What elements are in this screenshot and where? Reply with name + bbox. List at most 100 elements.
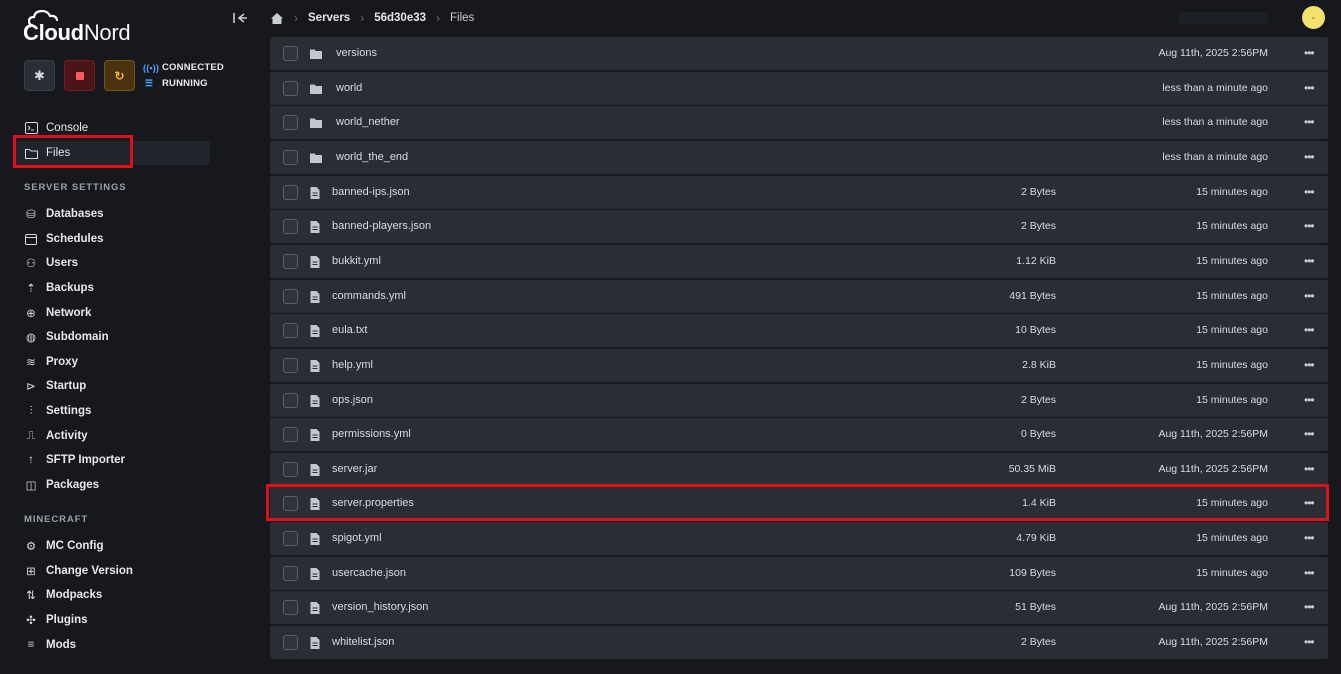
more-horizontal-icon[interactable]: ••• xyxy=(1304,46,1315,60)
file-name[interactable]: versions xyxy=(336,47,377,59)
file-row[interactable]: world_the_end less than a minute ago ••• xyxy=(270,140,1328,174)
restart-server-button[interactable]: ↻ xyxy=(104,60,135,91)
nav-databases[interactable]: ⛁ Databases xyxy=(24,203,103,225)
nav-users[interactable]: ⚇ Users xyxy=(24,252,78,274)
more-horizontal-icon[interactable]: ••• xyxy=(1304,600,1315,614)
file-name[interactable]: permissions.yml xyxy=(332,428,411,440)
row-checkbox[interactable] xyxy=(283,253,298,269)
row-checkbox[interactable] xyxy=(283,392,298,408)
more-horizontal-icon[interactable]: ••• xyxy=(1304,323,1315,337)
row-checkbox[interactable] xyxy=(283,46,298,61)
nav-activity[interactable]: ⎍ Activity xyxy=(24,425,88,447)
breadcrumb-server-id[interactable]: 56d30e33 xyxy=(374,12,426,24)
row-checkbox[interactable] xyxy=(283,635,298,651)
row-checkbox[interactable] xyxy=(283,184,298,200)
nav-backups[interactable]: ⇡ Backups xyxy=(24,277,94,299)
more-horizontal-icon[interactable]: ••• xyxy=(1304,393,1315,407)
nav-settings[interactable]: ⫶ Settings xyxy=(24,400,92,422)
file-name[interactable]: world xyxy=(336,82,362,94)
file-name[interactable]: world_the_end xyxy=(336,151,408,163)
file-row[interactable]: permissions.yml 0 Bytes Aug 11th, 2025 2:5… xyxy=(270,418,1328,452)
row-checkbox[interactable] xyxy=(283,427,298,443)
more-horizontal-icon[interactable]: ••• xyxy=(1304,566,1315,580)
file-row[interactable]: world_nether less than a minute ago ••• xyxy=(270,106,1328,140)
file-row[interactable]: version_history.json 51 Bytes Aug 11th, 20… xyxy=(270,591,1328,625)
file-row[interactable]: commands.yml 491 Bytes 15 minutes ago ••• xyxy=(270,279,1328,313)
more-horizontal-icon[interactable]: ••• xyxy=(1304,635,1315,649)
nav-startup[interactable]: ⊳ Startup xyxy=(24,375,86,397)
folder-icon xyxy=(310,49,322,59)
nav-sftp-importer[interactable]: ↑ SFTP Importer xyxy=(24,449,125,471)
nav-mc-config[interactable]: ⚙ MC Config xyxy=(24,535,104,557)
file-name[interactable]: whitelist.json xyxy=(332,636,394,648)
file-row[interactable]: bukkit.yml 1.12 KiB 15 minutes ago ••• xyxy=(270,244,1328,278)
file-name[interactable]: version_history.json xyxy=(332,601,428,613)
server-settings-button[interactable]: ✱ xyxy=(24,60,55,91)
server-icon: ☰ xyxy=(144,78,154,88)
more-horizontal-icon[interactable]: ••• xyxy=(1304,185,1315,199)
row-checkbox[interactable] xyxy=(283,600,298,616)
file-name[interactable]: spigot.yml xyxy=(332,532,382,544)
row-checkbox[interactable] xyxy=(283,149,298,165)
row-checkbox[interactable] xyxy=(283,531,298,547)
nav-subdomain[interactable]: ◍ Subdomain xyxy=(24,326,109,348)
file-modified-date: 15 minutes ago xyxy=(1196,532,1268,545)
file-row[interactable]: usercache.json 109 Bytes 15 minutes ago ••• xyxy=(270,556,1328,590)
file-name[interactable]: banned-players.json xyxy=(332,220,431,232)
row-checkbox[interactable] xyxy=(283,80,298,96)
home-icon[interactable] xyxy=(270,12,284,25)
nav-change-version[interactable]: ⊞ Change Version xyxy=(24,560,133,582)
more-horizontal-icon[interactable]: ••• xyxy=(1304,115,1315,129)
file-row[interactable]: spigot.yml 4.79 KiB 15 minutes ago ••• xyxy=(270,522,1328,556)
nav-modpacks[interactable]: ⇅ Modpacks xyxy=(24,584,102,606)
file-row[interactable]: ops.json 2 Bytes 15 minutes ago ••• xyxy=(270,383,1328,417)
file-row[interactable]: whitelist.json 2 Bytes Aug 11th, 2025 2:56… xyxy=(270,626,1328,660)
file-name[interactable]: help.yml xyxy=(332,359,373,371)
file-name[interactable]: commands.yml xyxy=(332,290,406,302)
row-checkbox[interactable] xyxy=(283,219,298,235)
nav-mods[interactable]: ≡ Mods xyxy=(24,634,76,656)
file-row[interactable]: help.yml 2.8 KiB 15 minutes ago ••• xyxy=(270,348,1328,382)
more-horizontal-icon[interactable]: ••• xyxy=(1304,219,1315,233)
file-row[interactable]: banned-ips.json 2 Bytes 15 minutes ago ••• xyxy=(270,175,1328,209)
world-icon: ◍ xyxy=(25,332,37,344)
file-name[interactable]: usercache.json xyxy=(332,567,406,579)
more-horizontal-icon[interactable]: ••• xyxy=(1304,81,1315,95)
stop-server-button[interactable] xyxy=(64,60,95,91)
breadcrumb-servers[interactable]: Servers xyxy=(308,12,350,24)
row-checkbox[interactable] xyxy=(283,115,298,131)
row-checkbox[interactable] xyxy=(283,461,298,477)
file-name[interactable]: ops.json xyxy=(332,394,373,406)
file-name[interactable]: banned-ips.json xyxy=(332,186,410,198)
file-name[interactable]: world_nether xyxy=(336,116,400,128)
nav-plugins[interactable]: ✣ Plugins xyxy=(24,609,87,631)
cloudnord-logo[interactable]: CloudNord xyxy=(23,10,131,46)
nav-schedules[interactable]: Schedules xyxy=(24,228,104,250)
more-horizontal-icon[interactable]: ••• xyxy=(1304,427,1315,441)
file-row[interactable]: world less than a minute ago ••• xyxy=(270,71,1328,105)
file-row[interactable]: banned-players.json 2 Bytes 15 minutes ago… xyxy=(270,210,1328,244)
row-checkbox[interactable] xyxy=(283,323,298,339)
row-checkbox[interactable] xyxy=(283,565,298,581)
nav-network[interactable]: ⊕ Network xyxy=(24,302,91,324)
collapse-sidebar-icon[interactable] xyxy=(231,9,249,27)
avatar[interactable]: ᵕ xyxy=(1302,6,1325,29)
calendar-icon xyxy=(24,232,38,246)
file-row[interactable]: eula.txt 10 Bytes 15 minutes ago ••• xyxy=(270,314,1328,348)
more-horizontal-icon[interactable]: ••• xyxy=(1304,254,1315,268)
nav-packages[interactable]: ◫ Packages xyxy=(24,474,100,496)
nav-proxy[interactable]: ≋ Proxy xyxy=(24,351,78,373)
file-name[interactable]: eula.txt xyxy=(332,324,367,336)
file-name[interactable]: bukkit.yml xyxy=(332,255,381,267)
file-size: 4.79 KiB xyxy=(1016,532,1056,545)
row-checkbox[interactable] xyxy=(283,357,298,373)
row-checkbox[interactable] xyxy=(283,288,298,304)
file-row[interactable]: versions Aug 11th, 2025 2:56PM ••• xyxy=(270,37,1328,70)
more-horizontal-icon[interactable]: ••• xyxy=(1304,289,1315,303)
file-row[interactable]: server.jar 50.35 MiB Aug 11th, 2025 2:56PM… xyxy=(270,452,1328,486)
more-horizontal-icon[interactable]: ••• xyxy=(1304,462,1315,476)
file-name[interactable]: server.jar xyxy=(332,463,377,475)
more-horizontal-icon[interactable]: ••• xyxy=(1304,531,1315,545)
more-horizontal-icon[interactable]: ••• xyxy=(1304,150,1315,164)
more-horizontal-icon[interactable]: ••• xyxy=(1304,358,1315,372)
